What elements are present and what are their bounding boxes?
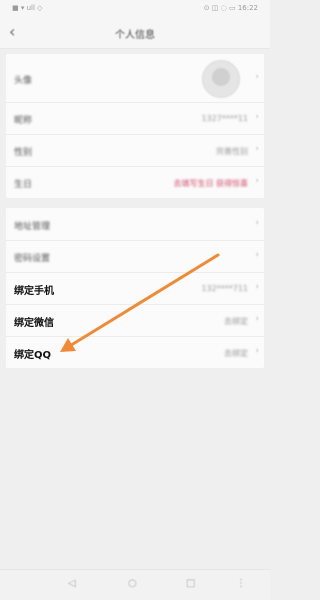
nav-recent-icon[interactable]: □ <box>186 578 195 589</box>
system-nav-bar: ◁ ○ □ ⋮ <box>0 569 270 600</box>
annotation-arrow <box>60 253 220 352</box>
nav-back-icon[interactable]: ◁ <box>68 578 76 589</box>
nav-extra-icon[interactable]: ⋮ <box>236 578 246 589</box>
arrow-shaft <box>66 253 220 349</box>
nav-home-icon[interactable]: ○ <box>128 578 137 589</box>
